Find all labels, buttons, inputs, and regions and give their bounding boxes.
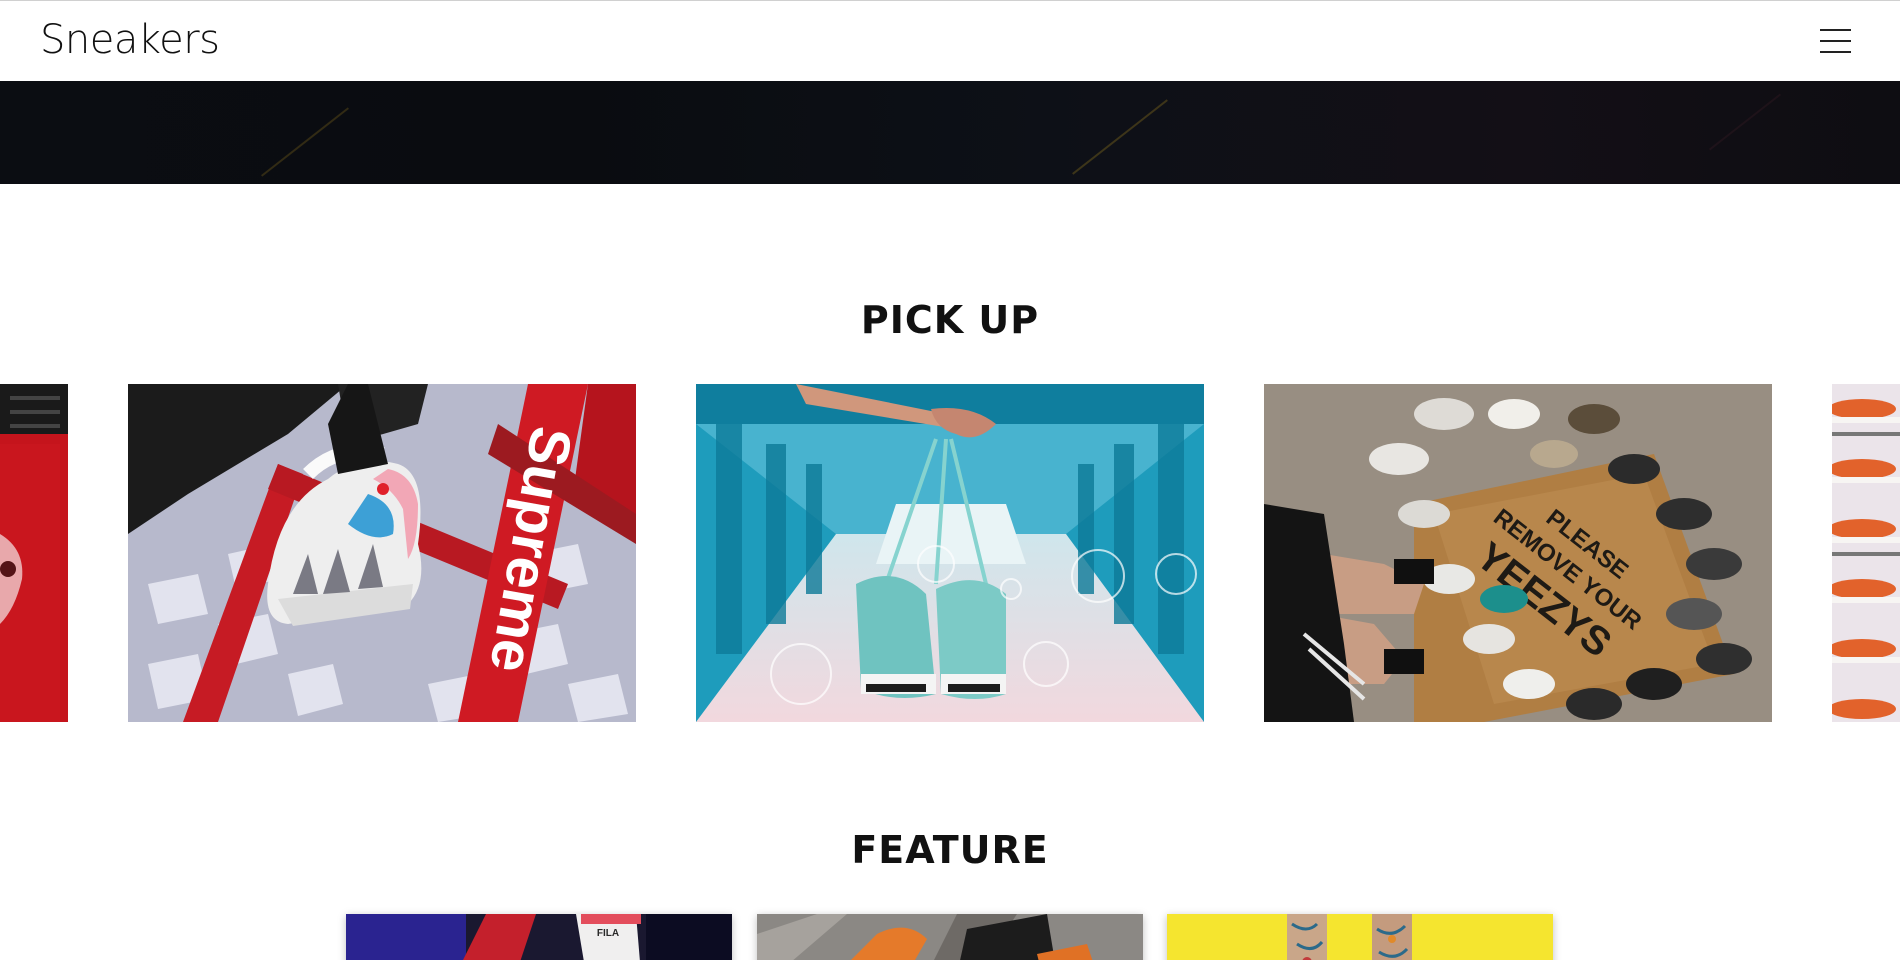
hero-light-streak: [1072, 99, 1168, 175]
fila-brand-text: FILA: [597, 928, 619, 939]
hamburger-menu-icon[interactable]: [1820, 27, 1852, 55]
pickup-slide-supreme-sneaker[interactable]: Supreme: [128, 384, 636, 722]
hero-light-streak: [261, 107, 349, 177]
menu-line: [1820, 40, 1851, 42]
pickup-slide-red-shoe[interactable]: [0, 384, 68, 722]
feature-title: FEATURE: [851, 828, 1049, 872]
feature-card-fila[interactable]: FILA: [346, 914, 732, 960]
hero-light-streak: [1708, 93, 1782, 151]
menu-line: [1820, 29, 1851, 31]
feature-card-orange[interactable]: [757, 914, 1143, 960]
pickup-slide-orange-sneakers[interactable]: [1832, 384, 1900, 722]
menu-line: [1820, 51, 1851, 53]
site-logo[interactable]: Sneakers: [40, 20, 220, 60]
pickup-title: PICK UP: [860, 298, 1040, 342]
pickup-slide-yeezy-circle[interactable]: PLEASE REMOVE YOUR YEEZYS: [1264, 384, 1772, 722]
site-header: Sneakers: [0, 0, 1900, 81]
hero-image: [0, 81, 1900, 184]
pickup-slide-teal-bridge[interactable]: [696, 384, 1204, 722]
feature-card-yellow[interactable]: [1167, 914, 1553, 960]
